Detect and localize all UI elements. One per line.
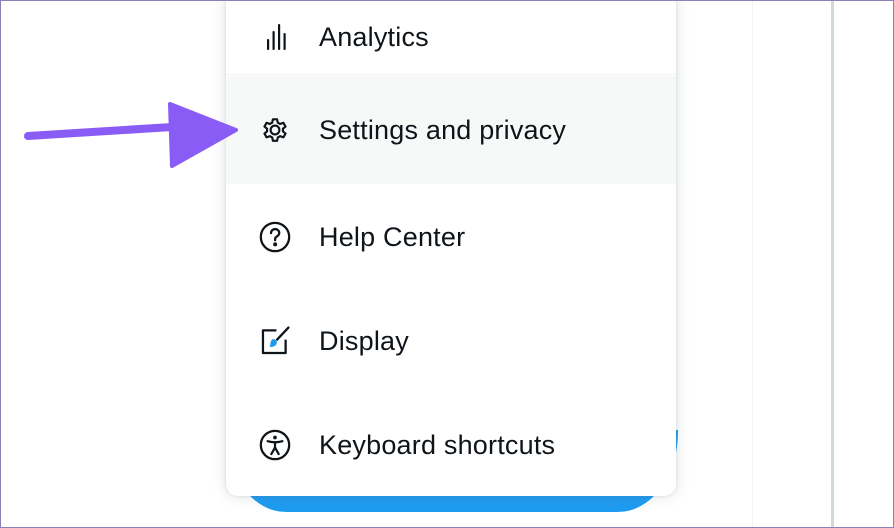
menu-divider	[226, 74, 676, 75]
right-background	[676, 0, 894, 528]
menu-item-label: Keyboard shortcuts	[319, 429, 556, 460]
menu-item-label: Analytics	[319, 21, 429, 52]
analytics-bars-icon	[258, 20, 292, 54]
menu-item-settings-and-privacy[interactable]: Settings and privacy	[226, 76, 676, 184]
more-menu-dropdown: Analytics Settings and privacy Help Cent…	[226, 0, 676, 496]
menu-item-label: Display	[319, 325, 409, 356]
question-circle-icon	[258, 220, 292, 254]
menu-item-help-center[interactable]: Help Center	[226, 184, 676, 290]
menu-item-label: Settings and privacy	[319, 114, 567, 145]
pointer-arrow-annotation	[24, 102, 238, 168]
menu-item-display[interactable]: Display	[226, 288, 676, 394]
menu-item-analytics[interactable]: Analytics	[226, 0, 676, 74]
accessibility-icon	[258, 428, 292, 462]
menu-item-keyboard-shortcuts[interactable]: Keyboard shortcuts	[226, 392, 676, 496]
left-background	[0, 0, 226, 528]
column-divider	[752, 0, 753, 528]
gear-icon	[258, 113, 292, 147]
menu-item-label: Help Center	[319, 221, 466, 252]
display-brush-icon	[258, 324, 292, 358]
scrollbar-track[interactable]	[831, 0, 834, 528]
